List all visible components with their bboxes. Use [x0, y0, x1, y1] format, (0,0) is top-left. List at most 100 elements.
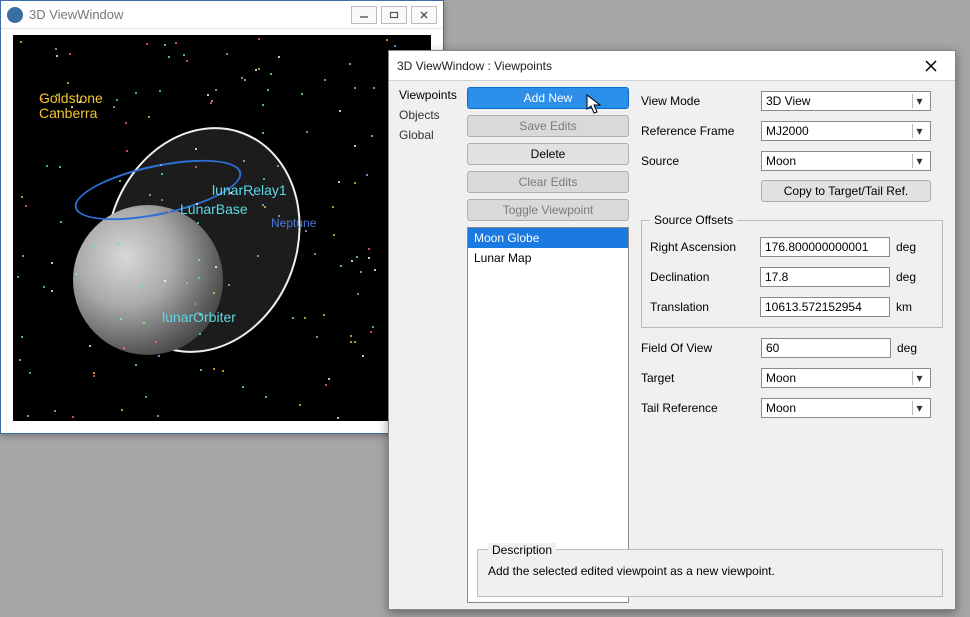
star	[186, 282, 188, 284]
star	[354, 87, 356, 89]
viewpoints-dialog: 3D ViewWindow : Viewpoints Viewpoints Ob…	[388, 50, 956, 610]
star	[374, 269, 376, 271]
star	[20, 41, 22, 43]
tab-global[interactable]: Global	[395, 125, 467, 145]
field-of-view-input[interactable]	[761, 338, 891, 358]
translation-input[interactable]	[760, 297, 890, 317]
tab-viewpoints[interactable]: Viewpoints	[395, 85, 467, 105]
star	[55, 48, 57, 50]
star	[142, 285, 144, 287]
star	[94, 245, 96, 247]
star	[22, 255, 24, 257]
star	[199, 314, 201, 316]
star	[372, 326, 374, 328]
star	[351, 260, 353, 262]
app-icon	[7, 7, 23, 23]
star	[27, 415, 29, 417]
sidebar-tabs: Viewpoints Objects Global	[389, 81, 467, 609]
tail-reference-label: Tail Reference	[641, 401, 761, 415]
list-item[interactable]: Lunar Map	[468, 248, 628, 268]
star	[126, 150, 128, 152]
star	[116, 99, 118, 101]
reference-frame-combo[interactable]: MJ2000▾	[761, 121, 931, 141]
list-item[interactable]: Moon Globe	[468, 228, 628, 248]
star	[350, 335, 352, 337]
star	[25, 205, 27, 207]
3d-view-window: 3D ViewWindow Goldstone Canberra lunarRe…	[0, 0, 444, 434]
star	[356, 256, 358, 258]
star	[314, 253, 316, 255]
star	[222, 370, 224, 372]
add-new-button[interactable]: Add New	[467, 87, 629, 109]
star	[339, 110, 341, 112]
chevron-down-icon: ▾	[912, 154, 926, 168]
unit-label: km	[896, 300, 924, 314]
chevron-down-icon: ▾	[912, 124, 926, 138]
star	[354, 145, 356, 147]
star	[41, 98, 43, 100]
star	[262, 104, 264, 106]
target-label: Target	[641, 371, 761, 385]
star	[69, 53, 71, 55]
save-edits-button[interactable]: Save Edits	[467, 115, 629, 137]
star	[195, 148, 197, 150]
maximize-button[interactable]	[381, 6, 407, 24]
star	[373, 87, 375, 89]
clear-edits-button[interactable]: Clear Edits	[467, 171, 629, 193]
right-ascension-label: Right Ascension	[650, 240, 760, 254]
star	[386, 39, 388, 41]
mid-column: Add New Save Edits Delete Clear Edits To…	[467, 81, 633, 609]
view-mode-combo[interactable]: 3D View▾	[761, 91, 931, 111]
translation-label: Translation	[650, 300, 760, 314]
star	[56, 55, 58, 57]
label-neptune: Neptune	[271, 216, 316, 230]
toggle-viewpoint-button[interactable]: Toggle Viewpoint	[467, 199, 629, 221]
star	[161, 199, 163, 201]
star	[213, 292, 215, 294]
star	[258, 68, 260, 70]
delete-button[interactable]: Delete	[467, 143, 629, 165]
description-legend: Description	[488, 543, 556, 557]
star	[93, 375, 95, 377]
star	[148, 116, 150, 118]
star	[270, 73, 272, 75]
star	[304, 317, 306, 319]
star	[299, 404, 301, 406]
star	[354, 341, 356, 343]
declination-label: Declination	[650, 270, 760, 284]
star	[210, 102, 212, 104]
star	[305, 230, 307, 232]
right-ascension-input[interactable]	[760, 237, 890, 257]
star	[349, 63, 351, 65]
close-button[interactable]	[411, 6, 437, 24]
star	[21, 196, 23, 198]
target-combo[interactable]: Moon▾	[761, 368, 931, 388]
star	[207, 94, 209, 96]
label-lunar-relay1: lunarRelay1	[212, 182, 287, 198]
minimize-button[interactable]	[351, 6, 377, 24]
dialog-titlebar: 3D ViewWindow : Viewpoints	[389, 51, 955, 81]
source-combo[interactable]: Moon▾	[761, 151, 931, 171]
tab-objects[interactable]: Objects	[395, 105, 467, 125]
copy-target-button[interactable]: Copy to Target/Tail Ref.	[761, 180, 931, 202]
star	[186, 60, 188, 62]
star	[51, 262, 53, 264]
star	[354, 182, 356, 184]
chevron-down-icon: ▾	[912, 94, 926, 108]
description-box: Description Add the selected edited view…	[477, 549, 943, 597]
dialog-close-button[interactable]	[915, 54, 947, 78]
star	[113, 106, 115, 108]
3d-viewport[interactable]: Goldstone Canberra lunarRelay1 LunarBase…	[13, 35, 431, 421]
star	[292, 317, 294, 319]
star	[125, 122, 127, 124]
chevron-down-icon: ▾	[912, 371, 926, 385]
tail-reference-combo[interactable]: Moon▾	[761, 398, 931, 418]
star	[323, 314, 325, 316]
star	[59, 166, 61, 168]
star	[338, 181, 340, 183]
declination-input[interactable]	[760, 267, 890, 287]
star	[215, 89, 217, 91]
star	[72, 416, 74, 418]
star	[340, 265, 342, 267]
star	[43, 286, 45, 288]
